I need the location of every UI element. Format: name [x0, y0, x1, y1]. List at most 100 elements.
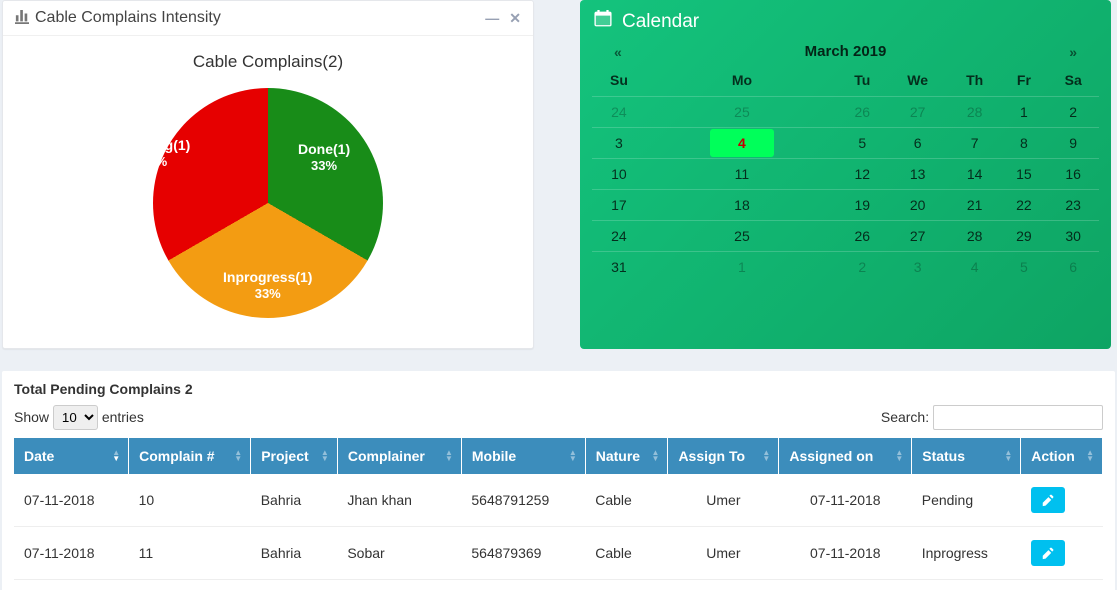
- calendar-day[interactable]: 31: [592, 252, 646, 283]
- complaints-table-section: Total Pending Complains 2 Show 10 entrie…: [2, 371, 1115, 590]
- calendar-day[interactable]: 30: [1047, 221, 1099, 252]
- calendar-day[interactable]: 1: [1000, 97, 1047, 128]
- table-header[interactable]: Assigned on▲▼: [779, 438, 912, 474]
- calendar-day[interactable]: 21: [949, 190, 1001, 221]
- calendar-day[interactable]: 14: [949, 159, 1001, 190]
- table-cell: 5648791259: [461, 474, 585, 527]
- panel-minimize-icon[interactable]: —: [485, 10, 499, 27]
- pie-slice-pending: Pending(1)33%: [118, 136, 190, 171]
- calendar-icon: [594, 10, 612, 33]
- calendar-day[interactable]: 27: [886, 221, 948, 252]
- calendar-day[interactable]: 28: [949, 221, 1001, 252]
- calendar-day[interactable]: 26: [838, 97, 886, 128]
- calendar-day[interactable]: 4: [646, 128, 838, 159]
- calendar-dow: Fr: [1000, 64, 1047, 97]
- calendar-day[interactable]: 24: [592, 97, 646, 128]
- table-cell-action: [1021, 474, 1103, 527]
- calendar-grid: SuMoTuWeThFrSa 2425262728123456789101112…: [592, 64, 1099, 282]
- calendar-day[interactable]: 27: [886, 97, 948, 128]
- table-cell: Pending: [912, 474, 1021, 527]
- table-header[interactable]: Date▲▼: [14, 438, 129, 474]
- table-header[interactable]: Nature▲▼: [585, 438, 668, 474]
- table-cell: Cable: [585, 527, 668, 580]
- calendar-day[interactable]: 2: [1047, 97, 1099, 128]
- calendar-day[interactable]: 5: [838, 128, 886, 159]
- calendar-day[interactable]: 2: [838, 252, 886, 283]
- calendar-day[interactable]: 25: [646, 221, 838, 252]
- calendar-day[interactable]: 11: [646, 159, 838, 190]
- calendar-day[interactable]: 22: [1000, 190, 1047, 221]
- calendar-day[interactable]: 23: [1047, 190, 1099, 221]
- pie-slice-inprogress: Inprogress(1)33%: [223, 268, 312, 303]
- chart-panel-title: Cable Complains Intensity: [35, 9, 485, 27]
- table-length-control: Show 10 entries: [14, 405, 144, 430]
- table-header[interactable]: Project▲▼: [251, 438, 338, 474]
- table-cell: 07-11-2018: [779, 474, 912, 527]
- table-header[interactable]: Action▲▼: [1021, 438, 1103, 474]
- calendar-dow: Th: [949, 64, 1001, 97]
- search-input[interactable]: [933, 405, 1103, 430]
- table-cell: 07-11-2018: [14, 527, 129, 580]
- table-cell: Bahria: [251, 527, 338, 580]
- calendar-dow: Tu: [838, 64, 886, 97]
- table-row: 07-11-201810BahriaJhan khan5648791259Cab…: [14, 474, 1103, 527]
- calendar-day[interactable]: 13: [886, 159, 948, 190]
- chart-panel: Cable Complains Intensity — ✕ Cable Comp…: [2, 0, 534, 349]
- pie-chart-title: Cable Complains(2): [15, 52, 521, 72]
- table-cell: Bahria: [251, 474, 338, 527]
- edit-button[interactable]: [1031, 487, 1065, 513]
- table-cell: Umer: [668, 474, 779, 527]
- calendar-day[interactable]: 28: [949, 97, 1001, 128]
- calendar-day[interactable]: 17: [592, 190, 646, 221]
- table-cell: 07-11-2018: [779, 527, 912, 580]
- calendar-title: Calendar: [622, 11, 699, 33]
- calendar-day[interactable]: 3: [592, 128, 646, 159]
- edit-button[interactable]: [1031, 540, 1065, 566]
- pie-slice-done: Done(1)33%: [298, 140, 350, 175]
- calendar-day[interactable]: 20: [886, 190, 948, 221]
- calendar-day[interactable]: 4: [949, 252, 1001, 283]
- calendar-day[interactable]: 19: [838, 190, 886, 221]
- bar-chart-icon: [15, 10, 29, 27]
- calendar-panel: Calendar « March 2019 » SuMoTuWeThFrSa 2…: [580, 0, 1111, 349]
- calendar-day[interactable]: 26: [838, 221, 886, 252]
- table-header[interactable]: Complainer▲▼: [337, 438, 461, 474]
- calendar-prev-button[interactable]: «: [614, 44, 622, 60]
- calendar-day[interactable]: 16: [1047, 159, 1099, 190]
- table-cell-action: [1021, 527, 1103, 580]
- table-cell: 07-11-2018: [14, 474, 129, 527]
- calendar-day[interactable]: 9: [1047, 128, 1099, 159]
- calendar-day[interactable]: 6: [886, 128, 948, 159]
- table-cell: 10: [129, 474, 251, 527]
- calendar-day[interactable]: 3: [886, 252, 948, 283]
- calendar-day[interactable]: 25: [646, 97, 838, 128]
- calendar-day[interactable]: 29: [1000, 221, 1047, 252]
- table-header[interactable]: Assign To▲▼: [668, 438, 779, 474]
- table-row: 07-11-201811BahriaSobar564879369CableUme…: [14, 527, 1103, 580]
- calendar-dow: Su: [592, 64, 646, 97]
- table-header[interactable]: Mobile▲▼: [461, 438, 585, 474]
- table-cell: Sobar: [337, 527, 461, 580]
- calendar-day[interactable]: 12: [838, 159, 886, 190]
- calendar-day[interactable]: 18: [646, 190, 838, 221]
- search-label: Search:: [881, 409, 929, 425]
- calendar-next-button[interactable]: »: [1069, 44, 1077, 60]
- calendar-day[interactable]: 10: [592, 159, 646, 190]
- calendar-day[interactable]: 5: [1000, 252, 1047, 283]
- calendar-day[interactable]: 7: [949, 128, 1001, 159]
- calendar-month-title: March 2019: [622, 43, 1069, 60]
- table-header[interactable]: Complain #▲▼: [129, 438, 251, 474]
- chart-panel-header: Cable Complains Intensity — ✕: [3, 1, 533, 36]
- complaints-table: Date▲▼Complain #▲▼Project▲▼Complainer▲▼M…: [14, 438, 1103, 580]
- table-header[interactable]: Status▲▼: [912, 438, 1021, 474]
- calendar-dow: Sa: [1047, 64, 1099, 97]
- entries-per-page-select[interactable]: 10: [53, 405, 98, 430]
- pie-chart: Done(1)33% Inprogress(1)33% Pending(1)33…: [23, 80, 513, 330]
- calendar-day[interactable]: 6: [1047, 252, 1099, 283]
- table-section-title: Total Pending Complains 2: [14, 381, 1103, 397]
- panel-close-icon[interactable]: ✕: [509, 10, 521, 27]
- calendar-day[interactable]: 8: [1000, 128, 1047, 159]
- calendar-day[interactable]: 15: [1000, 159, 1047, 190]
- calendar-day[interactable]: 1: [646, 252, 838, 283]
- calendar-day[interactable]: 24: [592, 221, 646, 252]
